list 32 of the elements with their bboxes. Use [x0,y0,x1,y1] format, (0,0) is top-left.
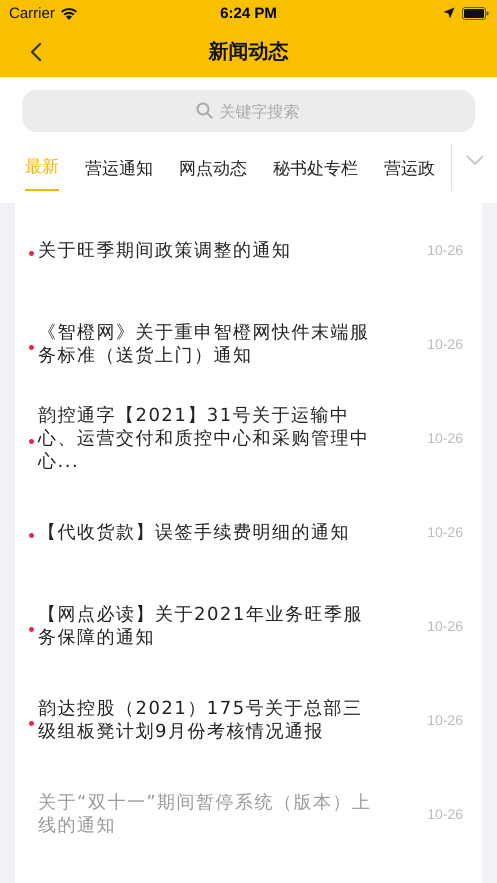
news-date: 10-26 [427,336,463,352]
news-title: 韵控通字【2021】31号关于运输中心、运营交付和质控中心和采购管理中心... [38,404,370,472]
location-arrow-icon [443,7,455,19]
news-date: 10-26 [427,242,463,258]
news-title: 【网点必读】关于2021年业务旺季服务保障的通知 [38,603,364,649]
status-time: 6:24 PM [220,4,277,22]
news-date: 10-26 [427,618,463,634]
search-icon [196,102,213,119]
news-item[interactable]: 韵达控股（2021）175号关于总部三级组板凳计划9月份考核情况通报 10-26 [15,673,482,767]
news-item[interactable]: 《智橙网》关于重申智橙网快件末端服务标准（送货上门）通知 10-26 [15,297,482,391]
news-title: 韵达控股（2021）175号关于总部三级组板凳计划9月份考核情况通报 [38,697,364,743]
category-tab[interactable]: 营运政 [384,144,435,191]
news-title: 关于旺季期间政策调整的通知 [38,238,292,262]
search-field[interactable]: 关键字搜索 [22,90,475,132]
carrier-name: Carrier [9,4,55,22]
news-date: 10-26 [427,712,463,728]
news-item[interactable]: 【代收货款】误签手续费明细的通知 10-26 [15,485,482,579]
category-tab[interactable]: 网点动态 [179,144,247,191]
page-title: 新闻动态 [208,38,288,65]
news-date: 10-26 [427,806,463,822]
news-date: 10-26 [427,430,463,446]
wifi-icon [60,6,78,20]
news-item[interactable]: 关于旺季期间政策调整的通知 10-26 [15,203,482,297]
category-tab[interactable]: 秘书处专栏 [273,144,358,191]
news-item[interactable]: 韵控通字【2021】31号关于运输中心、运营交付和质控中心和采购管理中心... 10-26 [15,391,482,485]
news-item[interactable]: 【网点必读】关于2021年业务旺季服务保障的通知 10-26 [15,579,482,673]
news-title: 《智橙网》关于重申智橙网快件末端服务标准（送货上门）通知 [38,321,370,367]
news-title: 【代收货款】误签手续费明细的通知 [38,520,351,544]
category-tab[interactable]: 营运通知 [85,144,153,191]
news-title: 关于“双十一”期间暂停系统（版本）上线的通知 [38,791,373,837]
news-date: 10-26 [427,524,463,540]
battery-icon [462,6,489,20]
